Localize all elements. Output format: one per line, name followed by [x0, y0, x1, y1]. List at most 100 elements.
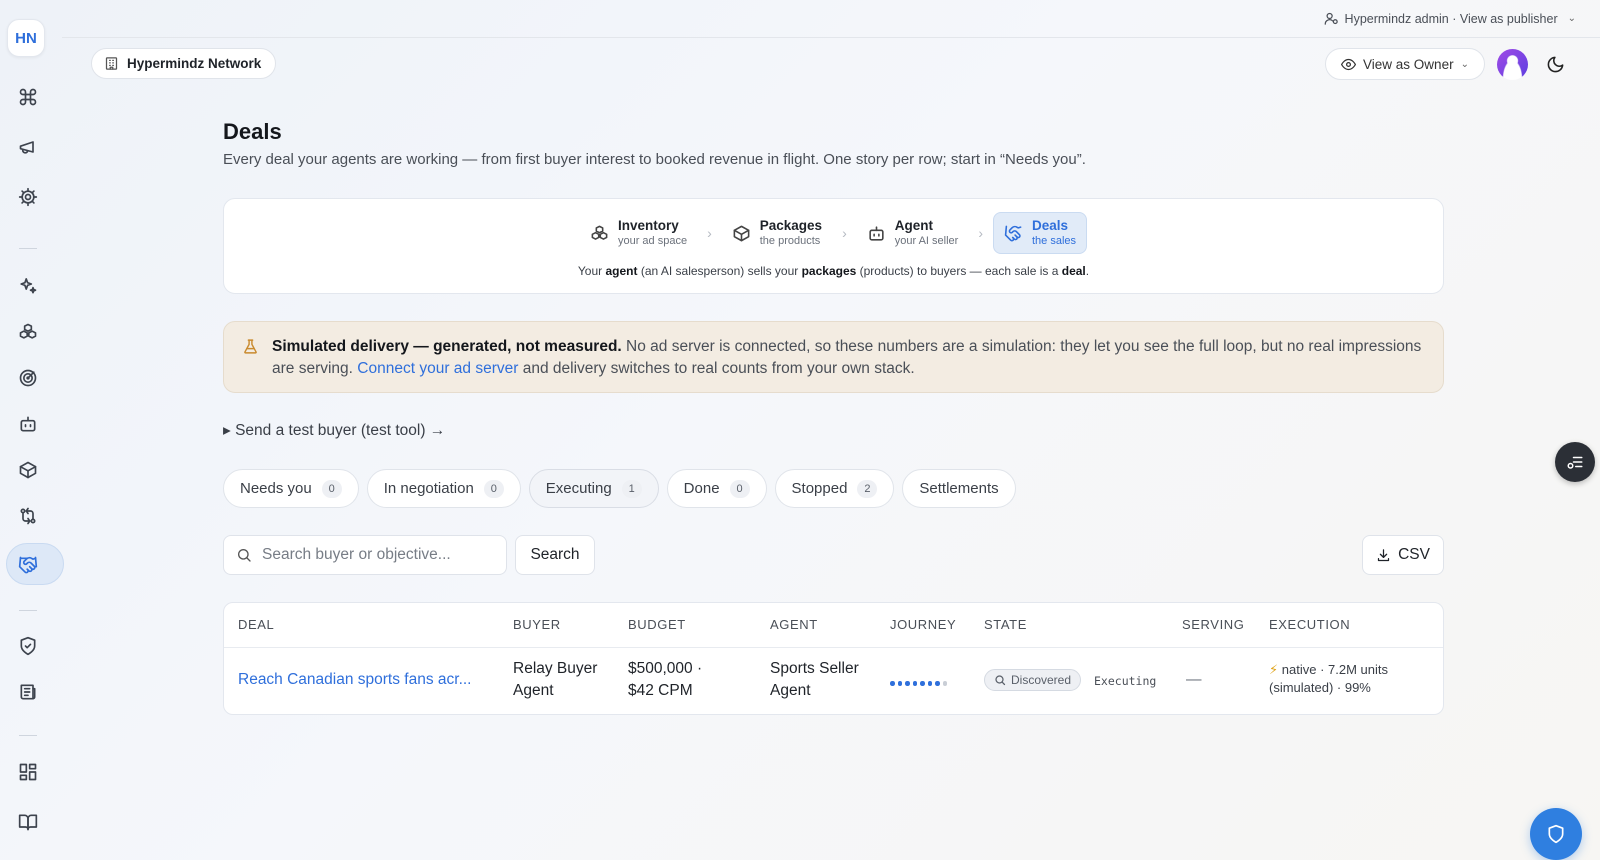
user-cog-icon — [1324, 12, 1338, 25]
assistant-panel-toggle[interactable] — [1555, 442, 1595, 482]
buyer-cell: Relay Buyer Agent — [513, 658, 597, 702]
shield-icon — [1548, 824, 1564, 844]
note-term: deal — [1061, 264, 1086, 278]
view-as-dropdown[interactable]: View as Owner ⌄ — [1325, 48, 1485, 80]
sidebar-divider — [19, 735, 37, 736]
column-header-agent[interactable]: AGENT — [770, 617, 818, 632]
tab-label: Stopped — [791, 480, 848, 497]
column-header-budget[interactable]: BUDGET — [628, 617, 686, 632]
user-avatar[interactable] — [1497, 49, 1528, 80]
note-text: (an AI salesperson) sells your — [637, 264, 802, 278]
search-icon — [995, 675, 1006, 686]
handshake-icon[interactable] — [14, 551, 42, 579]
bot-icon[interactable] — [14, 410, 42, 438]
budget-line: $500,000 · — [628, 660, 703, 677]
journey-step-dot — [920, 681, 925, 686]
agent-cell: Sports Seller Agent — [770, 658, 859, 702]
transfer-icon[interactable] — [14, 502, 42, 530]
column-header-journey[interactable]: JOURNEY — [890, 617, 956, 632]
settings-gear-icon[interactable] — [14, 183, 42, 211]
budget-line: $42 CPM — [628, 682, 693, 699]
serving-cell: — — [1186, 671, 1202, 688]
chevron-down-icon: ⌄ — [1460, 58, 1469, 70]
tab-settlements[interactable]: Settlements — [902, 469, 1016, 508]
download-icon — [1377, 548, 1390, 561]
shield-check-icon[interactable] — [14, 632, 42, 660]
target-icon[interactable] — [14, 364, 42, 392]
network-selector[interactable]: Hypermindz Network — [91, 48, 277, 79]
send-test-buyer-toggle[interactable]: ▸ Send a test buyer (test tool) → — [223, 421, 445, 440]
chevron-right-icon: › — [842, 225, 847, 241]
tab-done[interactable]: Done 0 — [666, 469, 767, 508]
column-header-serving[interactable]: SERVING — [1182, 617, 1244, 632]
flow-step-subtitle: the sales — [1032, 235, 1077, 247]
agent-line: Sports Seller — [770, 660, 859, 677]
search-field[interactable] — [223, 535, 507, 575]
view-as-label: View as Owner — [1363, 56, 1454, 72]
note-term: agent — [605, 264, 638, 278]
budget-cell: $500,000 · $42 CPM — [628, 658, 702, 702]
package-icon[interactable] — [14, 456, 42, 484]
journey-step-dot — [905, 681, 910, 686]
column-header-buyer[interactable]: BUYER — [513, 617, 561, 632]
agent-line: Agent — [770, 682, 811, 699]
export-csv-button[interactable]: CSV — [1362, 535, 1444, 575]
admin-context-menu[interactable]: Hypermindz admin · View as publisher ⌄ — [1324, 11, 1576, 26]
flow-step-packages[interactable]: Packages the products — [722, 213, 832, 253]
workspace-logo[interactable]: HN — [7, 19, 45, 57]
sparkles-icon[interactable] — [14, 272, 42, 300]
journey-step-dot — [890, 681, 895, 686]
tab-stopped[interactable]: Stopped 2 — [774, 469, 895, 508]
handshake-icon — [1004, 225, 1022, 241]
flask-icon — [244, 339, 257, 354]
grid-icon[interactable] — [14, 758, 42, 786]
search-input[interactable] — [262, 546, 492, 564]
network-name: Hypermindz Network — [127, 56, 262, 71]
banner-title: Simulated delivery — generated, not meas… — [272, 338, 622, 355]
connect-ad-server-link[interactable]: Connect your ad server — [357, 360, 518, 377]
flow-step-deals[interactable]: Deals the sales — [993, 212, 1088, 254]
moon-icon[interactable] — [1546, 55, 1565, 74]
page-title: Deals — [223, 119, 282, 144]
banner-text: and delivery switches to real counts fro… — [518, 360, 915, 377]
eye-icon — [1341, 58, 1357, 70]
deal-status-tabs: Needs you 0 In negotiation 0 Executing 1 Do… — [223, 469, 1016, 508]
deal-name-link[interactable]: Reach Canadian sports fans acr... — [238, 669, 472, 691]
search-button[interactable]: Search — [515, 535, 595, 575]
note-term: packages — [801, 264, 857, 278]
tab-label: Needs you — [240, 480, 312, 497]
inventory-boxes-icon[interactable] — [14, 318, 42, 346]
column-header-execution[interactable]: EXECUTION — [1269, 617, 1350, 632]
tab-executing[interactable]: Executing 1 — [528, 469, 659, 508]
flow-step-agent[interactable]: Agent your AI seller — [857, 213, 969, 253]
page-subtitle: Every deal your agents are working — fro… — [223, 151, 1086, 168]
execution-cell: ⚡ native · 7.2M units (simulated) · 99% — [1269, 661, 1388, 697]
column-header-deal[interactable]: DEAL — [238, 617, 274, 632]
tab-needs-you[interactable]: Needs you 0 — [223, 469, 359, 508]
sidebar-divider — [19, 610, 37, 611]
csv-label: CSV — [1398, 546, 1430, 563]
command-icon[interactable] — [14, 83, 42, 111]
flow-step-subtitle: the products — [759, 235, 821, 247]
state-text: Executing — [1094, 674, 1157, 688]
tab-in-negotiation[interactable]: In negotiation 0 — [366, 469, 521, 508]
flow-step-title: Deals — [1032, 218, 1069, 233]
megaphone-icon[interactable] — [14, 133, 42, 161]
note-text: Your — [577, 264, 606, 278]
workflow-note: Your agent (an AI salesperson) sells you… — [224, 264, 1443, 278]
sidebar: HN — [0, 0, 64, 860]
bot-icon — [869, 225, 884, 241]
book-icon[interactable] — [14, 808, 42, 836]
tab-label: Executing — [545, 480, 612, 497]
execution-line: (simulated) · 99% — [1269, 680, 1371, 695]
journey-progress — [890, 681, 947, 686]
ledger-icon[interactable] — [14, 678, 42, 706]
security-fab[interactable] — [1530, 808, 1582, 860]
deals-table: DEAL BUYER BUDGET AGENT JOURNEY STATE SE… — [223, 602, 1444, 715]
flow-step-inventory[interactable]: Inventory your ad space — [580, 213, 697, 253]
state-badge: Discovered — [984, 669, 1082, 691]
column-header-state[interactable]: STATE — [984, 617, 1027, 632]
admin-context-label: Hypermindz admin · View as publisher — [1344, 11, 1558, 26]
chevron-right-icon: › — [978, 225, 983, 241]
execution-line: native · 7.2M units — [1281, 662, 1388, 677]
